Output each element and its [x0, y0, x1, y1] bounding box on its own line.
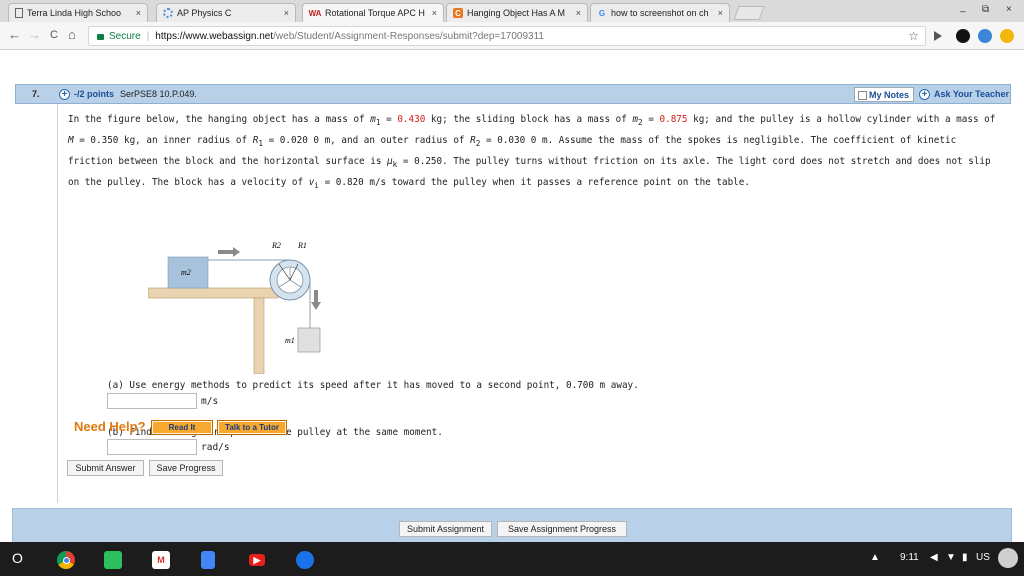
- hanging-mass-m1: [297, 327, 321, 353]
- part-a-unit: m/s: [201, 396, 219, 407]
- label-r2: R2: [271, 241, 281, 250]
- physics-figure: m2 m1 R2 R1: [148, 241, 321, 374]
- tab-title: AP Physics C: [177, 8, 232, 18]
- problem-text: In the figure below, the hanging object …: [68, 114, 996, 190]
- tab-rotational-torque[interactable]: WA Rotational Torque APC H ×: [302, 3, 444, 22]
- evernote-icon[interactable]: [104, 551, 122, 569]
- tab-title: Terra Linda High Schoo: [27, 8, 122, 18]
- home-icon[interactable]: ⌂: [68, 27, 76, 42]
- audio-extension-icon[interactable]: [934, 31, 942, 41]
- question-code: SerPSE8 10.P.049.: [120, 89, 197, 99]
- youtube-icon[interactable]: ▶: [249, 554, 265, 566]
- question-number: 7.: [32, 89, 40, 99]
- tab-close-icon[interactable]: ×: [284, 8, 289, 18]
- forward-icon[interactable]: →: [28, 27, 41, 42]
- back-icon[interactable]: ←: [8, 27, 21, 42]
- ask-teacher-link[interactable]: Ask Your Teacher: [934, 89, 1009, 99]
- notes-checkbox-icon: [858, 91, 867, 100]
- tab-ap-physics[interactable]: AP Physics C ×: [156, 3, 296, 22]
- tab-title: Rotational Torque APC H: [325, 8, 425, 18]
- my-notes-label: My Notes: [869, 90, 910, 100]
- os-shelf: O M ▶ ▲ 9:11 ◀ ▼ ▮ US: [0, 542, 1024, 576]
- files-icon[interactable]: [296, 551, 314, 569]
- extension-icon-black[interactable]: [956, 29, 970, 43]
- address-bar[interactable]: Secure | https://www.webassign.net/web/S…: [88, 26, 926, 46]
- launcher-icon[interactable]: O: [12, 550, 23, 566]
- chegg-icon: C: [453, 8, 463, 18]
- avatar[interactable]: [998, 548, 1018, 568]
- my-notes-button[interactable]: My Notes: [854, 87, 915, 102]
- tab-close-icon[interactable]: ×: [432, 8, 437, 18]
- google-icon: G: [598, 8, 606, 18]
- restore-icon[interactable]: ⧉: [982, 4, 989, 15]
- table-top: [148, 287, 279, 299]
- tab-hanging-object[interactable]: C Hanging Object Has A M ×: [446, 3, 588, 22]
- tab-strip: Terra Linda High Schoo × AP Physics C × …: [0, 0, 1024, 22]
- label-m2: m2: [181, 268, 191, 277]
- read-it-button[interactable]: Read It: [151, 420, 213, 435]
- expand-plus-icon[interactable]: +: [59, 89, 70, 100]
- reload-icon[interactable]: C: [50, 29, 58, 41]
- omnibox-divider: |: [146, 30, 150, 42]
- part-b-answer-input[interactable]: [107, 439, 197, 455]
- submit-assignment-button[interactable]: Submit Assignment: [399, 521, 492, 537]
- tab-close-icon[interactable]: ×: [718, 8, 723, 18]
- bookmark-star-icon[interactable]: ☆: [908, 29, 919, 43]
- talk-to-tutor-button[interactable]: Talk to a Tutor: [217, 420, 287, 435]
- tab-terra-linda[interactable]: Terra Linda High Schoo ×: [8, 3, 148, 22]
- page-content: 7. + -/2 points SerPSE8 10.P.049. My Not…: [0, 51, 1024, 548]
- ask-teacher-plus-icon: +: [919, 89, 930, 100]
- question-body: In the figure below, the hanging object …: [57, 104, 1011, 503]
- part-b-unit: rad/s: [201, 442, 230, 453]
- lock-icon: [97, 34, 104, 40]
- need-help-label: Need Help?: [74, 419, 146, 434]
- extension-icon-blue[interactable]: [978, 29, 992, 43]
- gmail-icon[interactable]: M: [152, 551, 170, 569]
- label-m1: m1: [285, 336, 295, 345]
- locale-label[interactable]: US: [976, 552, 990, 563]
- extension-icon-yellow[interactable]: [1000, 29, 1014, 43]
- minimize-icon[interactable]: _: [960, 2, 966, 13]
- save-progress-button[interactable]: Save Progress: [149, 460, 223, 476]
- tab-close-icon[interactable]: ×: [576, 8, 581, 18]
- wifi-icon[interactable]: ▼: [946, 552, 956, 563]
- tab-title: how to screenshot on ch: [611, 8, 709, 18]
- new-tab-button[interactable]: [733, 6, 765, 20]
- url-path: /web/Student/Assignment-Responses/submit…: [273, 30, 544, 42]
- tab-how-to-screenshot[interactable]: G how to screenshot on ch ×: [590, 3, 730, 22]
- chrome-icon[interactable]: [57, 551, 75, 569]
- loading-icon: [163, 8, 173, 18]
- question-points: -/2 points: [74, 89, 114, 99]
- secure-label: Secure: [109, 30, 141, 42]
- down-arrow: [311, 290, 321, 310]
- label-r1: R1: [297, 241, 307, 250]
- submit-answer-button[interactable]: Submit Answer: [67, 460, 144, 476]
- notification-icon[interactable]: ▲: [870, 552, 880, 563]
- url-host: https://www.webassign.net: [155, 30, 274, 42]
- close-window-icon[interactable]: ×: [1006, 4, 1012, 15]
- velocity-arrow: [218, 247, 240, 257]
- table-leg: [253, 297, 265, 374]
- save-assignment-progress-button[interactable]: Save Assignment Progress: [497, 521, 627, 537]
- page-icon: [15, 8, 23, 18]
- docs-icon[interactable]: [201, 551, 215, 569]
- part-a-prompt: (a) Use energy methods to predict its sp…: [107, 380, 639, 391]
- clock[interactable]: 9:11: [900, 552, 919, 563]
- tab-title: Hanging Object Has A M: [467, 8, 566, 18]
- part-a-answer-input[interactable]: [107, 393, 197, 409]
- battery-icon[interactable]: ▮: [962, 552, 968, 563]
- browser-toolbar: ← → C ⌂ Secure | https://www.webassign.n…: [0, 22, 1024, 50]
- question-header: 7. + -/2 points SerPSE8 10.P.049. My Not…: [15, 84, 1011, 104]
- webassign-icon: WA: [308, 8, 322, 18]
- tab-close-icon[interactable]: ×: [136, 8, 141, 18]
- volume-icon[interactable]: ◀: [930, 552, 938, 563]
